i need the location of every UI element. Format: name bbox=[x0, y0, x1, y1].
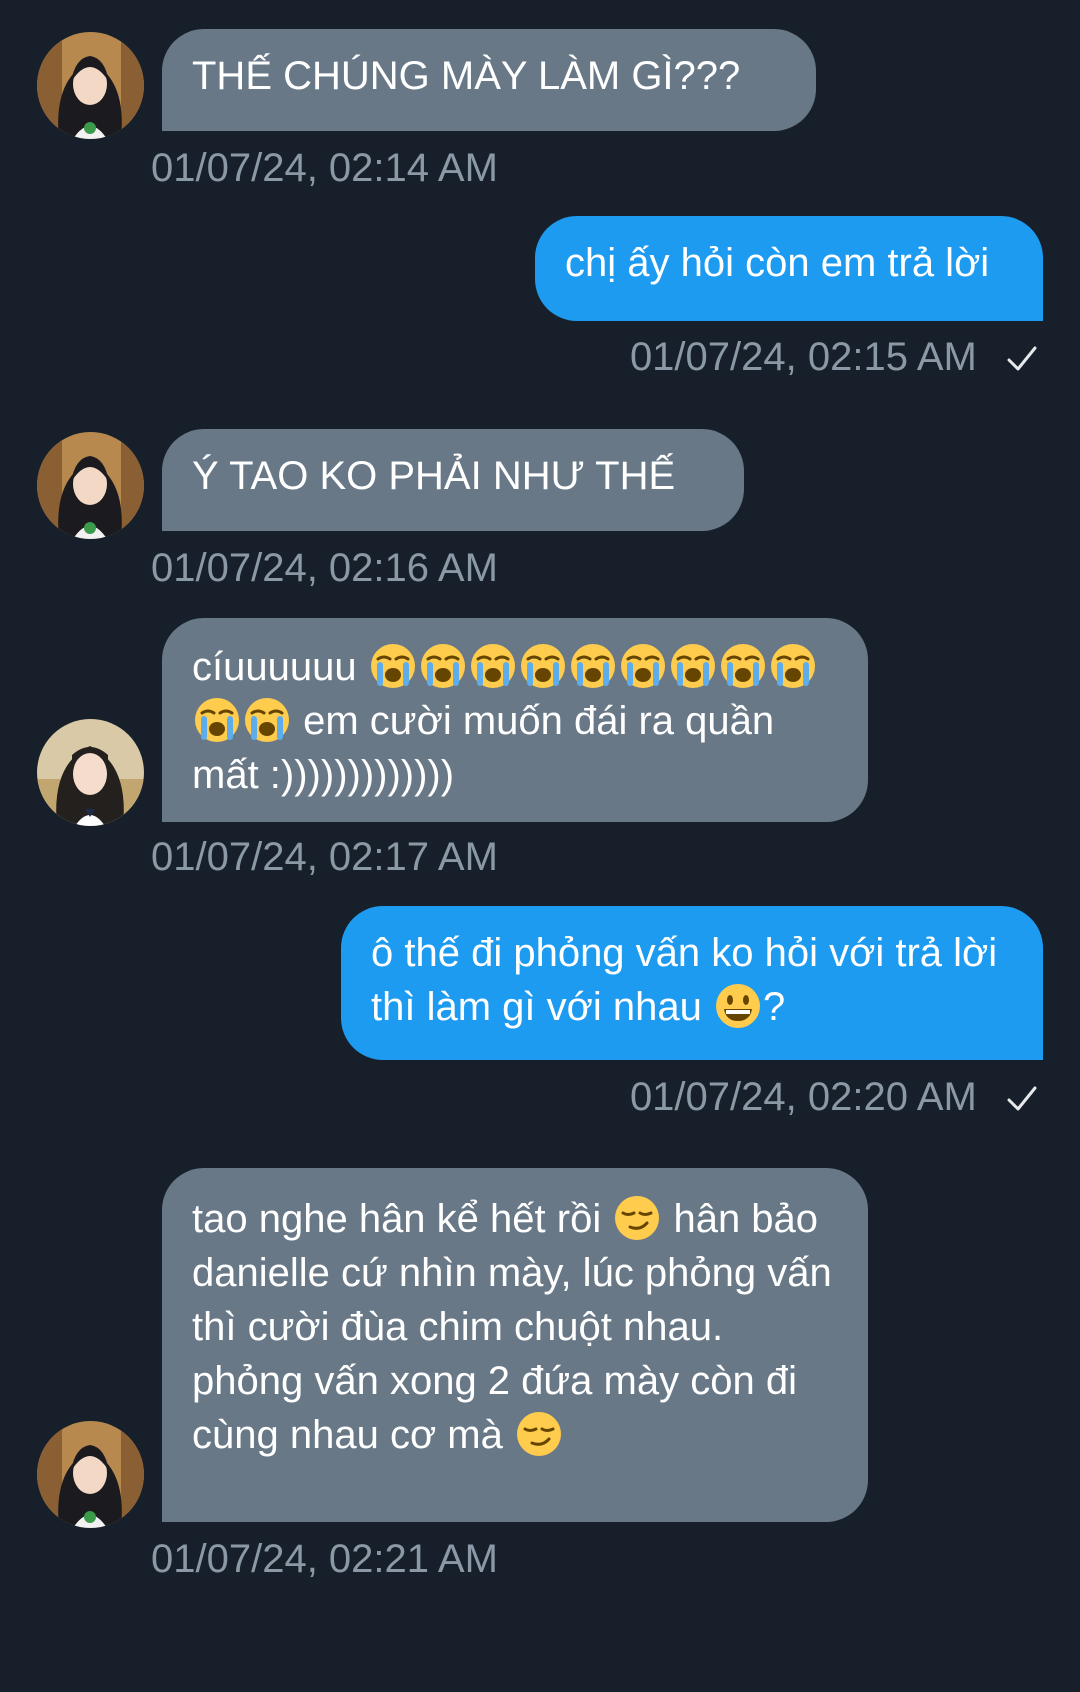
message-bubble-incoming[interactable]: Ý TAO KO PHẢI NHƯ THẾ bbox=[162, 429, 744, 531]
message-text: THẾ CHÚNG MÀY LÀM GÌ??? bbox=[192, 54, 741, 98]
check-icon bbox=[1007, 346, 1037, 371]
message-bubble-incoming[interactable]: tao nghe hân kể hết rồi hân bảo danielle… bbox=[162, 1168, 868, 1522]
message-text: cíuuuuuu bbox=[192, 645, 357, 689]
message-timestamp-row: 01/07/24, 02:20 AM bbox=[630, 1072, 1038, 1122]
message-text: chị ấy hỏi còn em trả lời bbox=[565, 241, 990, 285]
loudly-crying-emoji bbox=[469, 642, 517, 690]
chat-thread: THẾ CHÚNG MÀY LÀM GÌ??? 01/07/24, 02:14 … bbox=[0, 0, 1080, 1692]
loudly-crying-emoji bbox=[719, 642, 767, 690]
loudly-crying-emoji bbox=[769, 642, 817, 690]
loudly-crying-emoji bbox=[369, 642, 417, 690]
profile-photo bbox=[37, 1421, 144, 1528]
loudly-crying-emoji bbox=[419, 642, 467, 690]
message-timestamp: 01/07/24, 02:14 AM bbox=[151, 146, 498, 190]
avatar[interactable] bbox=[37, 32, 144, 139]
loudly-crying-emoji bbox=[569, 642, 617, 690]
message-bubble-outgoing[interactable]: ô thế đi phỏng vấn ko hỏi với trả lời th… bbox=[341, 906, 1043, 1060]
profile-photo bbox=[37, 432, 144, 539]
message-timestamp: 01/07/24, 02:15 AM bbox=[629, 335, 977, 379]
message-timestamp: 01/07/24, 02:16 AM bbox=[151, 546, 498, 590]
message-text: tao nghe hân kể hết rồi bbox=[192, 1197, 602, 1241]
message-timestamp: 01/07/24, 02:21 AM bbox=[151, 1537, 498, 1581]
message-text: Ý TAO KO PHẢI NHƯ THẾ bbox=[192, 454, 676, 498]
smirking-emoji bbox=[515, 1410, 563, 1458]
profile-photo bbox=[37, 719, 144, 826]
loudly-crying-emoji bbox=[669, 642, 717, 690]
message-timestamp: 01/07/24, 02:17 AM bbox=[151, 835, 498, 879]
message-timestamp: 01/07/24, 02:20 AM bbox=[629, 1075, 977, 1119]
message-text: ? bbox=[762, 985, 786, 1029]
loudly-crying-emoji bbox=[193, 696, 241, 744]
profile-photo bbox=[37, 32, 144, 139]
grinning-emoji bbox=[714, 982, 762, 1030]
avatar[interactable] bbox=[37, 1421, 144, 1528]
message-bubble-incoming[interactable]: cíuuuuuu em cười muốn đái ra quần mất :)… bbox=[162, 618, 868, 822]
avatar[interactable] bbox=[37, 719, 144, 826]
message-text: ô thế đi phỏng vấn ko hỏi với trả lời th… bbox=[371, 931, 998, 1029]
message-bubble-outgoing[interactable]: chị ấy hỏi còn em trả lời bbox=[535, 216, 1043, 321]
message-bubble-incoming[interactable]: THẾ CHÚNG MÀY LÀM GÌ??? bbox=[162, 29, 816, 131]
loudly-crying-emoji bbox=[243, 696, 291, 744]
loudly-crying-emoji bbox=[619, 642, 667, 690]
avatar[interactable] bbox=[37, 432, 144, 539]
message-timestamp-row: 01/07/24, 02:15 AM bbox=[630, 332, 1038, 382]
check-icon bbox=[1007, 1086, 1037, 1111]
smirking-emoji bbox=[613, 1194, 661, 1242]
loudly-crying-emoji bbox=[519, 642, 567, 690]
